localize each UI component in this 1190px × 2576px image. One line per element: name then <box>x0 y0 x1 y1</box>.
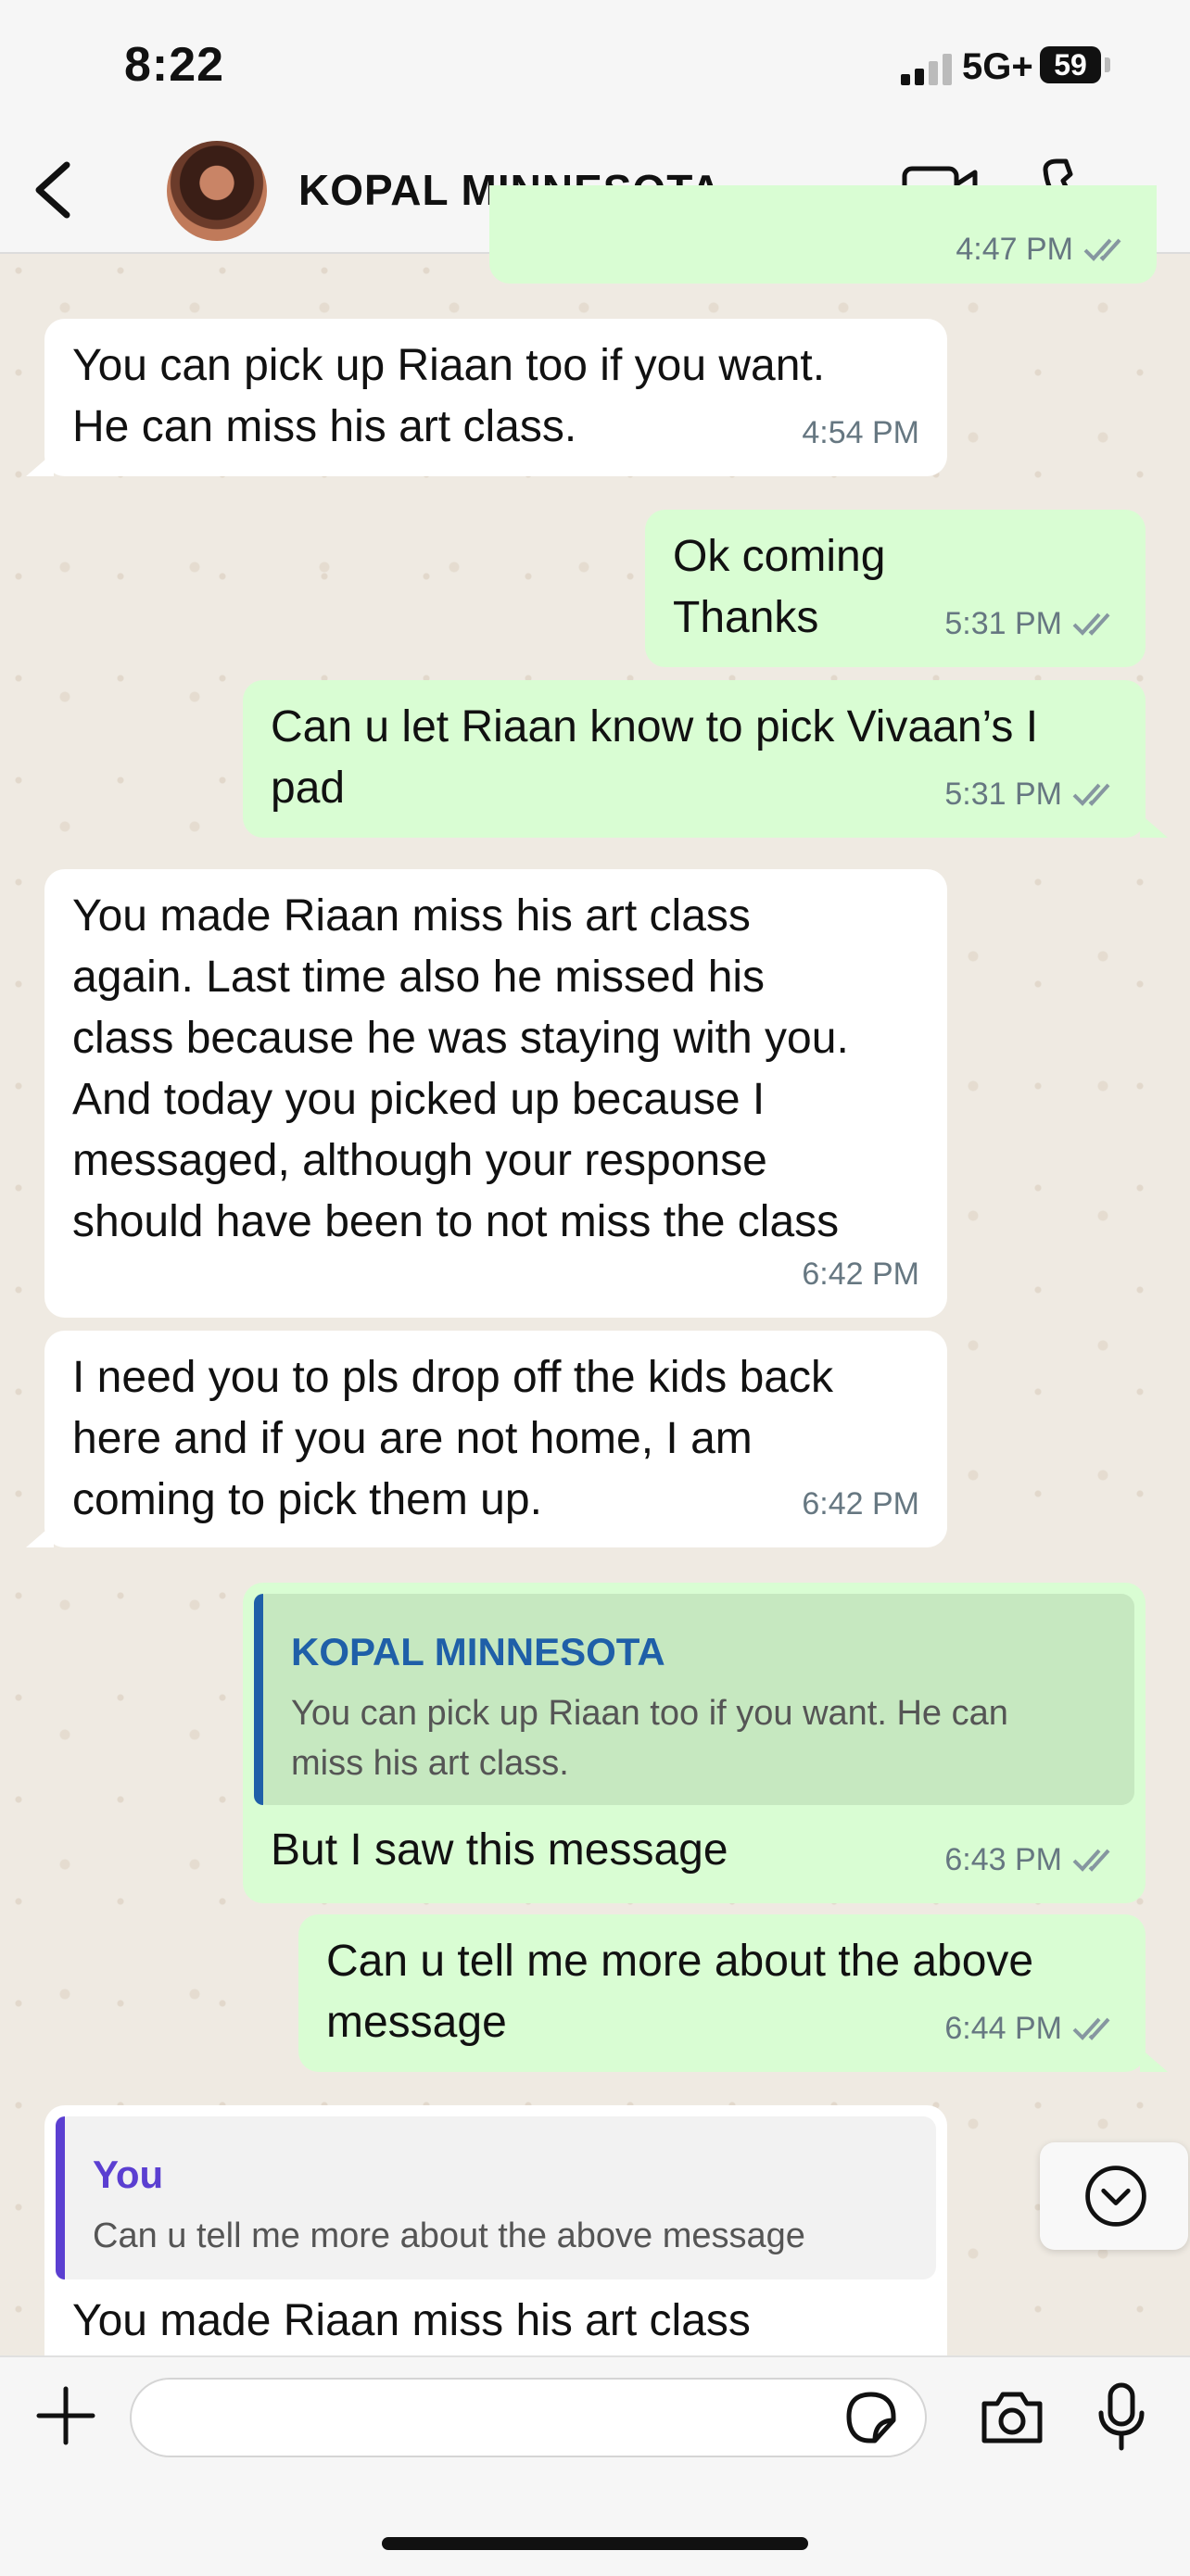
message-meta: 5:31 PM <box>944 764 1118 825</box>
message-meta: 6:42 PM <box>802 1473 919 1534</box>
message-meta: 6:42 PM <box>802 1244 919 1305</box>
double-check-icon <box>1072 783 1110 806</box>
quote-bar <box>254 1594 263 1805</box>
message-time: 4:47 PM <box>956 232 1073 267</box>
message-bubble-outgoing[interactable]: Can u let Riaan know to pick Vivaan’s I … <box>243 680 1146 838</box>
signal-icon <box>901 54 956 85</box>
quoted-message[interactable]: You Can u tell me more about the above m… <box>56 2116 936 2279</box>
status-time: 8:22 <box>124 38 225 92</box>
battery-icon: 59 <box>1040 46 1101 83</box>
quote-bar <box>56 2116 65 2279</box>
double-check-icon <box>1072 612 1110 636</box>
battery-cap <box>1105 57 1110 72</box>
message-time: 6:44 PM <box>944 2011 1062 2046</box>
message-input[interactable] <box>130 2378 927 2457</box>
scroll-to-bottom-button[interactable] <box>1040 2142 1188 2250</box>
message-bubble-incoming[interactable]: I need you to pls drop off the kids back… <box>44 1331 947 1547</box>
message-time: 6:42 PM <box>802 1256 919 1292</box>
message-meta: 5:31 PM <box>944 593 1118 654</box>
quoted-message[interactable]: KOPAL MINNESOTA You can pick up Riaan to… <box>254 1594 1134 1805</box>
quote-sender: You <box>93 2153 164 2196</box>
message-text: But I saw this message <box>271 1825 728 1875</box>
plus-icon[interactable] <box>33 2383 98 2448</box>
message-meta: 4:47 PM <box>956 219 1129 280</box>
message-bubble-incoming[interactable]: You Can u tell me more about the above m… <box>44 2105 947 2383</box>
double-check-icon <box>1083 238 1121 261</box>
back-chevron-icon[interactable] <box>28 158 83 222</box>
contact-avatar[interactable] <box>167 141 267 241</box>
message-meta: 6:43 PM <box>944 1829 1118 1890</box>
message-time: 6:43 PM <box>944 1842 1062 1877</box>
quote-text: You can pick up Riaan too if you want. H… <box>291 1694 1008 1783</box>
message-text: You made Riaan miss his art class <box>72 2296 751 2345</box>
message-meta: 6:44 PM <box>944 1998 1118 2059</box>
message-text: You can pick up Riaan too if you want. H… <box>72 341 826 451</box>
message-text: You made Riaan miss his art class again.… <box>72 891 849 1246</box>
double-check-icon <box>1072 2017 1110 2040</box>
message-time: 5:31 PM <box>944 777 1062 812</box>
message-bubble-outgoing[interactable]: Ok coming Thanks 5:31 PM <box>645 510 1146 667</box>
message-bubble-outgoing[interactable]: Can u tell me more about the above messa… <box>298 1914 1146 2072</box>
bubble-tail <box>26 452 54 476</box>
bubble-tail <box>26 1523 54 1547</box>
message-time: 6:42 PM <box>802 1486 919 1522</box>
camera-icon[interactable] <box>979 2389 1045 2446</box>
message-bubble-outgoing[interactable]: KOPAL MINNESOTA You can pick up Riaan to… <box>243 1583 1146 1903</box>
message-time: 4:54 PM <box>802 415 919 450</box>
microphone-icon[interactable] <box>1094 2381 1149 2452</box>
message-text: I need you to pls drop off the kids back… <box>72 1353 833 1524</box>
network-type: 5G+ <box>962 46 1033 87</box>
bubble-tail <box>1140 2048 1168 2072</box>
home-indicator <box>382 2537 808 2550</box>
double-check-icon <box>1072 1849 1110 1872</box>
quote-text: Can u tell me more about the above messa… <box>93 2216 805 2255</box>
quote-sender: KOPAL MINNESOTA <box>291 1630 665 1673</box>
message-bubble-incoming[interactable]: You made Riaan miss his art class again.… <box>44 869 947 1318</box>
sticker-icon[interactable] <box>842 2389 899 2446</box>
scroll-down-icon <box>1085 2166 1146 2227</box>
bubble-tail <box>1140 814 1168 838</box>
message-bubble-incoming[interactable]: You can pick up Riaan too if you want. H… <box>44 319 947 476</box>
message-bubble-outgoing[interactable]: 4:47 PM <box>489 185 1157 284</box>
message-time: 5:31 PM <box>944 606 1062 641</box>
message-meta: 4:54 PM <box>802 402 919 463</box>
